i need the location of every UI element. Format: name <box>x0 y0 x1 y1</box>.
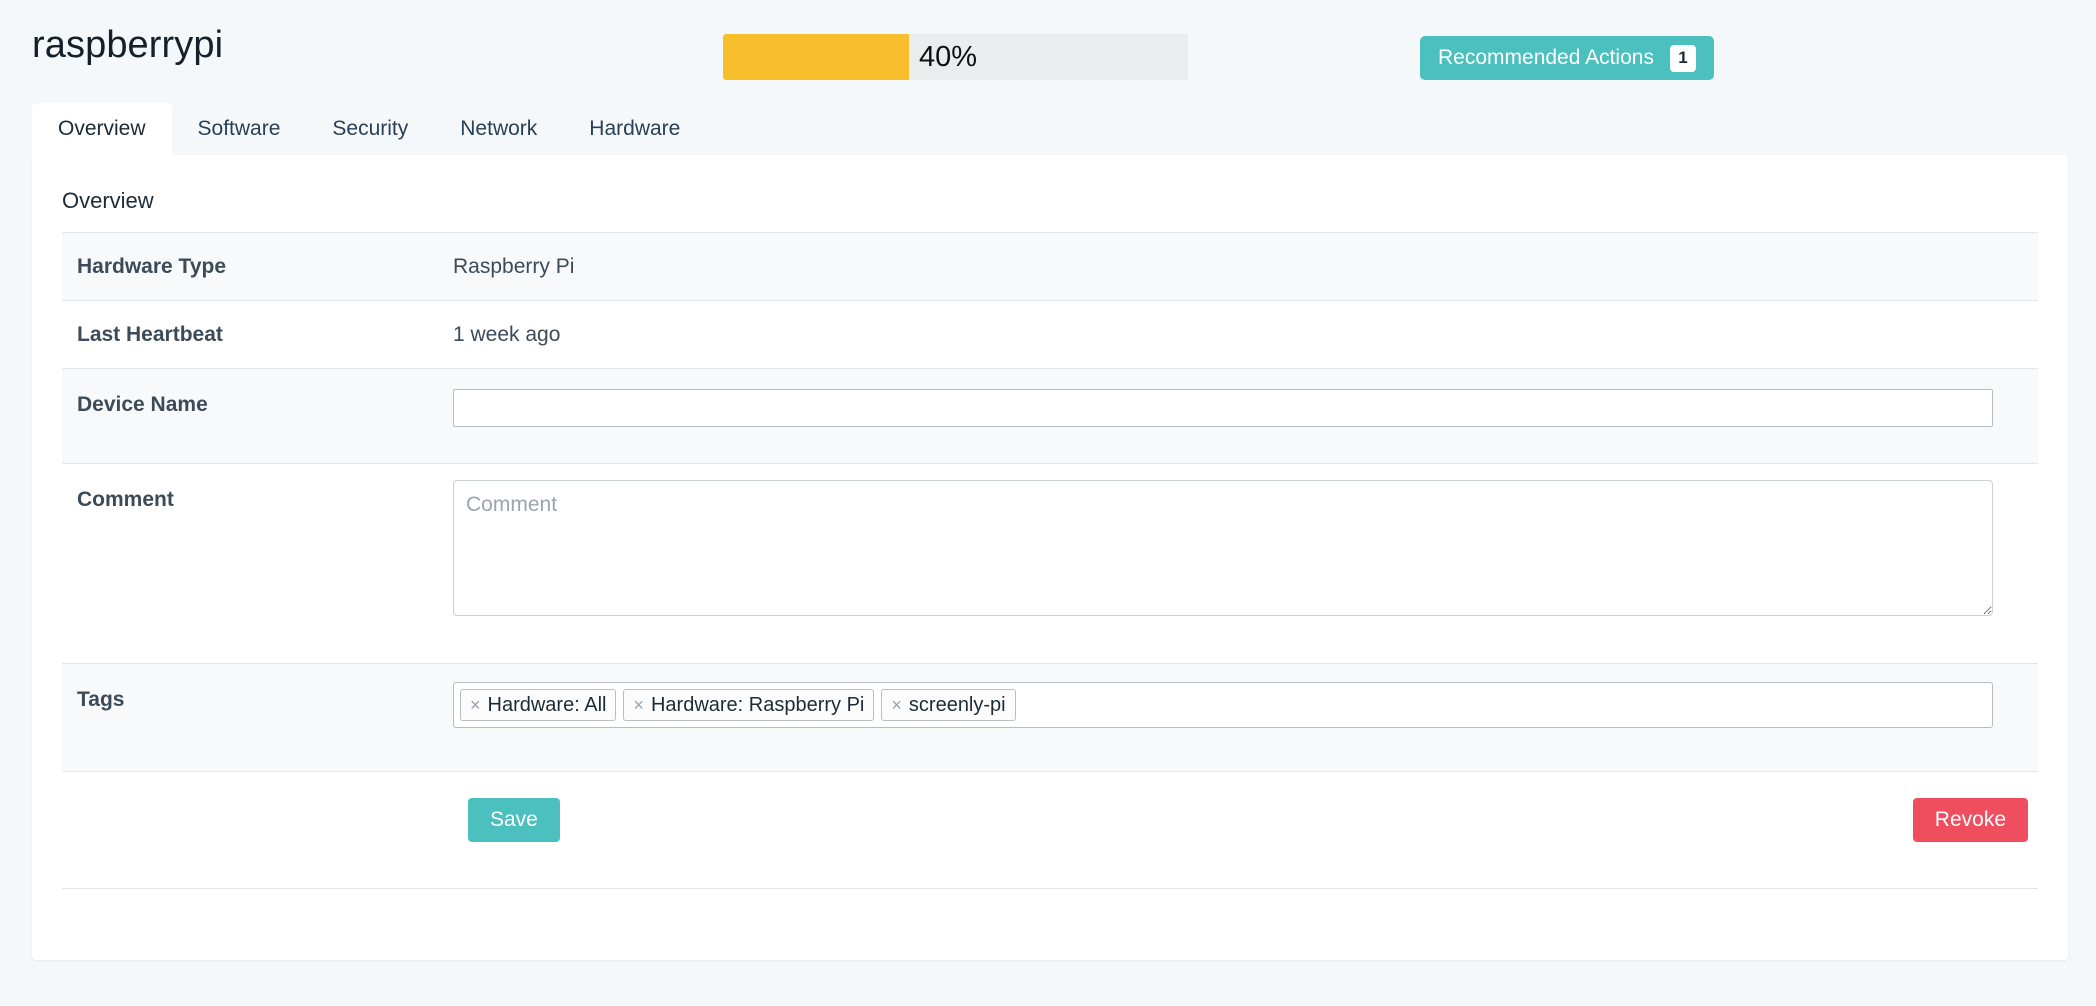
tab-security[interactable]: Security <box>306 103 434 155</box>
tab-security-label: Security <box>332 117 409 140</box>
recommended-actions-badge: 1 <box>1669 44 1696 72</box>
row-value-hardware-type: Raspberry Pi <box>453 254 575 278</box>
save-button[interactable]: Save <box>468 798 560 842</box>
page-root: raspberrypi 40% Recommended Actions 1 Ov… <box>0 0 2096 1006</box>
tab-software[interactable]: Software <box>172 103 307 155</box>
tab-network-label: Network <box>460 117 538 140</box>
recommended-actions-label: Recommended Actions <box>1438 46 1654 69</box>
row-value-last-heartbeat: 1 week ago <box>453 322 561 346</box>
row-label-device-name: Device Name <box>77 393 208 416</box>
table-row-last-heartbeat: Last Heartbeat 1 week ago <box>62 300 2038 368</box>
tags-input[interactable]: × Hardware: All × Hardware: Raspberry Pi × sc… <box>453 682 1993 728</box>
tag-chip[interactable]: × Hardware: Raspberry Pi <box>623 689 875 721</box>
page-title: raspberrypi <box>32 24 224 66</box>
tag-remove-icon[interactable]: × <box>633 696 644 714</box>
row-value-tags: × Hardware: All × Hardware: Raspberry Pi × sc… <box>453 664 2038 728</box>
table-row-hardware-type: Hardware Type Raspberry Pi <box>62 232 2038 300</box>
table-row-actions: Save Revoke <box>62 771 2038 889</box>
tab-hardware-label: Hardware <box>589 117 681 140</box>
overview-table: Hardware Type Raspberry Pi Last Heartbea… <box>62 232 2038 889</box>
row-label-last-heartbeat: Last Heartbeat <box>77 322 223 346</box>
overview-panel: Overview Hardware Type Raspberry Pi Last… <box>32 155 2068 960</box>
tab-bar: Overview Software Security Network Hardw… <box>32 103 706 155</box>
row-value-device-name <box>453 369 2038 427</box>
device-name-input[interactable] <box>453 389 1993 427</box>
tab-software-label: Software <box>197 117 281 140</box>
comment-textarea[interactable] <box>453 480 1993 616</box>
tab-overview-label: Overview <box>58 117 146 140</box>
row-label-comment: Comment <box>77 488 174 511</box>
page-header: raspberrypi 40% Recommended Actions 1 <box>0 0 2096 100</box>
tag-chip[interactable]: × Hardware: All <box>460 689 617 721</box>
revoke-button[interactable]: Revoke <box>1912 798 2028 842</box>
table-row-device-name: Device Name <box>62 368 2038 463</box>
row-value-comment <box>453 464 2038 616</box>
tag-remove-icon[interactable]: × <box>891 696 902 714</box>
panel-heading: Overview <box>62 188 154 213</box>
tag-remove-icon[interactable]: × <box>470 696 481 714</box>
progress-percent-label: 40% <box>919 41 978 73</box>
row-label-hardware-type: Hardware Type <box>77 254 226 278</box>
tag-chip[interactable]: × screenly-pi <box>881 689 1016 721</box>
tag-chip-label: Hardware: All <box>487 693 607 716</box>
tab-overview[interactable]: Overview <box>32 103 172 155</box>
row-label-tags: Tags <box>77 688 125 711</box>
recommended-actions-button[interactable]: Recommended Actions 1 <box>1420 36 1714 80</box>
tab-network[interactable]: Network <box>434 103 563 155</box>
tag-chip-label: screenly-pi <box>908 693 1006 716</box>
status-progress-bar: 40% <box>723 34 1188 80</box>
tab-hardware[interactable]: Hardware <box>563 103 706 155</box>
table-row-tags: Tags × Hardware: All × Hardware: Raspberry … <box>62 663 2038 771</box>
table-row-comment: Comment <box>62 463 2038 663</box>
tag-chip-label: Hardware: Raspberry Pi <box>650 693 865 716</box>
